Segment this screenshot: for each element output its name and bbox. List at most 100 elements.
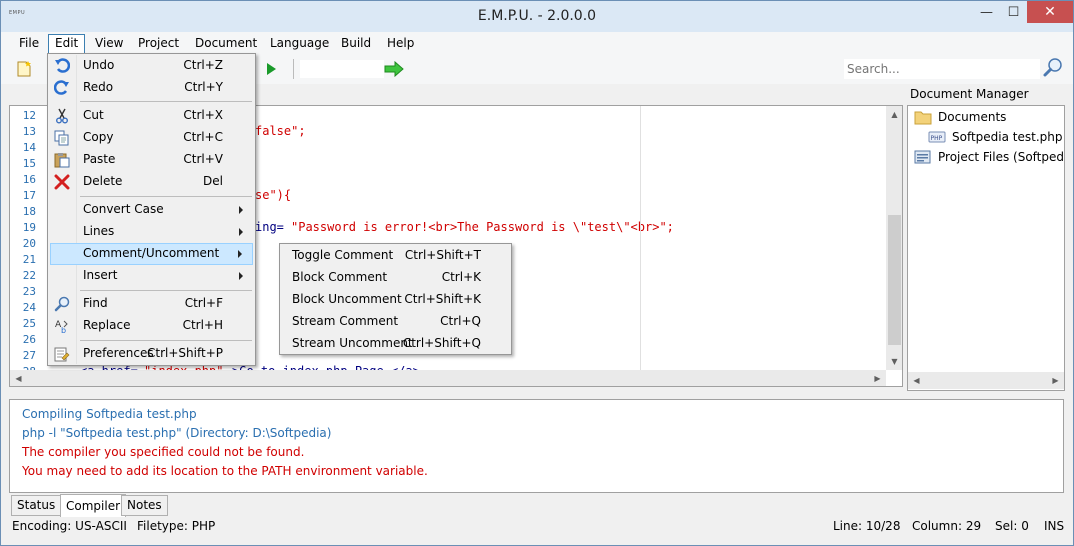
editor-vertical-scrollbar[interactable]: ▲ ▼ [886,106,902,370]
scroll-down-icon[interactable]: ▼ [886,353,902,370]
folder-icon [914,111,932,125]
menu-item-copy[interactable]: Copy Ctrl+C [50,127,253,149]
close-button[interactable]: ✕ [1027,1,1073,23]
line-number: 14 [22,141,36,154]
line-number: 17 [22,189,36,202]
copy-icon [52,129,72,147]
svg-text:PHP: PHP [931,135,943,142]
project-icon [914,150,931,164]
scroll-left-icon[interactable]: ◀ [10,370,27,386]
document-manager-panel: Documents PHP Softpedia test.php Project… [907,105,1065,391]
delete-icon [52,173,72,191]
comment-submenu: Toggle Comment Ctrl+Shift+T Block Commen… [279,243,512,355]
tab-notes[interactable]: Notes [121,495,168,516]
status-encoding: Encoding: US-ASCII [12,519,127,533]
status-line: Line: 10/28 [833,519,901,533]
tree-item-label: Documents [938,110,1007,124]
scroll-right-icon[interactable]: ▶ [869,370,886,386]
menu-item-undo[interactable]: Undo Ctrl+Z [50,55,253,77]
run-icon[interactable] [261,59,281,79]
menu-item-delete[interactable]: Delete Del [50,171,253,193]
menu-item-preferences[interactable]: Preferences Ctrl+Shift+P [50,343,253,365]
menu-separator [80,290,252,291]
submenu-item-stream-uncomment[interactable]: Stream Uncomment Ctrl+Shift+Q [282,333,510,355]
go-arrow-icon[interactable] [384,59,404,79]
maximize-button[interactable]: ☐ [1000,1,1027,23]
submenu-arrow-icon [239,272,243,280]
document-manager-title: Document Manager [910,87,1029,101]
scroll-left-icon[interactable]: ◀ [908,372,925,389]
submenu-item-stream-comment[interactable]: Stream Comment Ctrl+Q [282,311,510,333]
toolbar-combo[interactable] [300,60,384,78]
code-fragment: se"){ [255,188,292,202]
menu-item-comment-uncomment[interactable]: Comment/Uncomment [50,243,253,265]
menu-help[interactable]: Help [381,35,420,53]
menu-item-redo[interactable]: Redo Ctrl+Y [50,77,253,99]
line-number: 16 [22,173,36,186]
menu-view[interactable]: View [89,35,129,53]
menu-document[interactable]: Document [189,35,263,53]
submenu-item-block-comment[interactable]: Block Comment Ctrl+K [282,267,510,289]
line-number: 26 [22,333,36,346]
menu-item-cut[interactable]: Cut Ctrl+X [50,105,253,127]
line-number: 24 [22,301,36,314]
menu-item-find[interactable]: Find Ctrl+F [50,293,253,315]
menu-separator [80,196,252,197]
app-window: EMPU E.M.P.U. - 2.0.0.0 — ☐ ✕ File Edit … [0,0,1074,546]
scroll-up-icon[interactable]: ▲ [886,106,902,123]
preferences-icon [52,345,72,363]
paste-icon [52,151,72,169]
window-title: E.M.P.U. - 2.0.0.0 [477,8,597,24]
menu-edit[interactable]: Edit [48,34,86,54]
menu-file[interactable]: File [13,35,45,53]
menu-separator [80,101,252,102]
new-file-icon[interactable] [14,59,34,79]
status-insert-mode: INS [1044,519,1065,533]
cut-icon [52,107,72,125]
scroll-thumb[interactable] [888,215,901,345]
search-icon[interactable] [1042,57,1064,79]
status-filetype: Filetype: PHP [137,519,216,533]
title-bar: EMPU E.M.P.U. - 2.0.0.0 — ☐ ✕ [1,1,1073,32]
minimize-button[interactable]: — [973,1,1000,23]
tree-item-documents[interactable]: Documents [914,107,1006,127]
menu-item-convert-case[interactable]: Convert Case [50,199,253,221]
menu-item-paste[interactable]: Paste Ctrl+V [50,149,253,171]
line-number: 27 [22,349,36,362]
line-number: 19 [22,221,36,234]
undo-icon [52,57,72,75]
tree-item-label: Softpedia test.php [952,130,1063,144]
output-line: The compiler you specified could not be … [22,445,305,459]
document-manager-scrollbar[interactable]: ◀ ▶ [908,372,1064,389]
search-input[interactable] [844,59,1040,79]
output-line: Compiling Softpedia test.php [22,407,197,421]
redo-icon [52,79,72,97]
replace-icon: Ab [52,317,72,335]
menu-item-replace[interactable]: Ab Replace Ctrl+H [50,315,253,337]
code-fragment: "Password is error!<br>The Password is \… [291,220,674,234]
menu-project[interactable]: Project [132,35,185,53]
line-number: 21 [22,253,36,266]
line-number: 15 [22,157,36,170]
submenu-item-toggle-comment[interactable]: Toggle Comment Ctrl+Shift+T [282,245,510,267]
menu-item-insert[interactable]: Insert [50,265,253,287]
line-number: 22 [22,269,36,282]
tree-item-project[interactable]: Project Files (Softpedia) [914,147,1064,167]
php-file-icon: PHP [928,131,946,143]
window-controls: — ☐ ✕ [973,1,1073,23]
menu-language[interactable]: Language [264,35,335,53]
menu-bar: File Edit View Project Document Language… [1,32,1073,54]
status-bar: Encoding: US-ASCII Filetype: PHP Line: 1… [1,517,1073,545]
submenu-item-block-uncomment[interactable]: Block Uncomment Ctrl+Shift+K [282,289,510,311]
menu-build[interactable]: Build [335,35,377,53]
scroll-right-icon[interactable]: ▶ [1047,372,1064,389]
tab-status[interactable]: Status [11,495,62,516]
edge-guide-line [640,106,641,370]
tree-item-file[interactable]: PHP Softpedia test.php [928,127,1063,147]
tree-item-label: Project Files (Softpedia) [938,150,1064,164]
menu-item-lines[interactable]: Lines [50,221,253,243]
menu-separator [80,340,252,341]
tab-compiler[interactable]: Compiler [60,494,127,518]
status-column: Column: 29 [912,519,982,533]
editor-horizontal-scrollbar[interactable]: ◀ ▶ [10,370,886,386]
